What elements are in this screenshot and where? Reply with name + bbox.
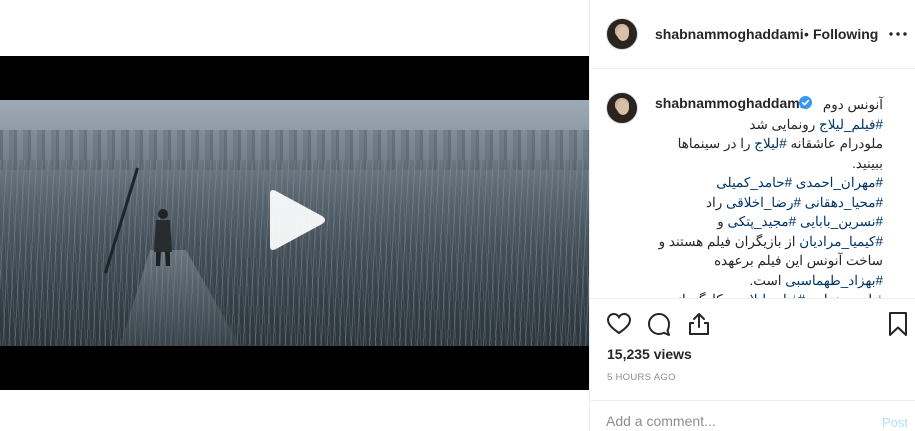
caption-line: ملودرام عاشقانه #لیلاج را در سینماها — [604, 134, 883, 154]
post-side-panel: shabnammoghaddami • Following shabnammog… — [589, 0, 915, 431]
post-header: shabnammoghaddami • Following — [590, 0, 915, 69]
caption-segment: رونمایی شد — [749, 116, 820, 132]
hashtag-link[interactable]: #فیلم_لیلاج — [819, 117, 883, 132]
caption-line: #محیا_دهقانی #رضا_اخلاقی راد — [604, 193, 883, 213]
boatman-figure — [154, 209, 172, 266]
caption-segment: و — [717, 214, 728, 229]
hashtag-link[interactable]: #نسرین_بابایی — [800, 214, 883, 229]
header-username[interactable]: shabnammoghaddami — [655, 26, 804, 42]
view-count[interactable]: 15,235 views — [607, 346, 692, 362]
caption-line: #فیلم_لیلاج رونمایی شد — [604, 115, 883, 135]
post-timestamp[interactable]: 5 HOURS AGO — [607, 372, 676, 383]
caption-segment: ساخت آنونس این فیلم برعهده — [714, 253, 883, 268]
hashtag-link[interactable]: #مجید_پتکی — [728, 214, 797, 229]
following-button[interactable]: Following — [813, 26, 878, 42]
comment-bar: Post — [590, 400, 915, 431]
play-icon[interactable] — [262, 188, 326, 252]
letterbox-top — [0, 56, 589, 100]
header-separator: • — [804, 26, 809, 42]
caption-segment: آنونس دوم — [822, 97, 883, 112]
caption-line: ببینید. — [604, 154, 883, 174]
caption-segment: ملودرام عاشقانه — [786, 136, 883, 151]
share-icon[interactable] — [686, 311, 712, 337]
media-area — [0, 0, 589, 431]
instagram-post-view: shabnammoghaddami • Following shabnammog… — [0, 0, 915, 431]
caption-segment: از بازیگران فیلم هستند و — [658, 233, 800, 249]
caption-line: آنونس دوم — [604, 95, 883, 115]
caption-text: آنونس دوم #فیلم_لیلاج رونمایی شد ملودرام ع… — [604, 95, 883, 298]
caption-line: #مهران_احمدی #حامد_کمیلی — [604, 173, 883, 193]
hashtag-link[interactable]: #مهران_احمدی — [796, 175, 883, 190]
comment-icon[interactable] — [646, 311, 672, 337]
caption-line: #نسرین_بابایی #مجید_پتکی و — [604, 212, 883, 232]
caption-segment: را در سینماها — [677, 136, 755, 151]
hashtag-link[interactable]: #محیا_دهقانی — [805, 195, 883, 210]
caption-line: ساخت آنونس این فیلم برعهده — [604, 251, 883, 271]
hashtag-link[interactable]: #رضا_اخلاقی — [726, 195, 801, 210]
caption-segment: ببینید. — [852, 155, 883, 171]
more-dots-icon[interactable] — [888, 25, 908, 43]
hashtag-link[interactable]: #لیلاج — [754, 136, 786, 151]
hashtag-link[interactable]: #حامد_کمیلی — [716, 175, 792, 190]
post-comment-button[interactable]: Post — [882, 415, 908, 430]
comment-input[interactable] — [606, 413, 856, 429]
caption-line: #بهزاد_طهماسبی است. — [604, 271, 883, 291]
post-actions: 15,235 views 5 HOURS AGO Post — [590, 298, 915, 431]
hashtag-link[interactable]: #بهزاد_طهماسبی — [785, 273, 883, 288]
caption-line: #کیمیا_مرادیان از بازیگران فیلم هستند و — [604, 232, 883, 252]
caption-line: فیلم سینمایی #فیلم_لیلاج به کارگردانی — [604, 290, 883, 298]
caption-segment: راد — [705, 194, 727, 210]
caption-section: shabnammoghaddami آنونس دوم #فیلم_لیلاج ر… — [590, 70, 915, 298]
avatar[interactable] — [606, 18, 638, 50]
bookmark-icon[interactable] — [887, 311, 909, 337]
letterbox-bottom — [0, 346, 589, 390]
caption-segment: است. — [749, 272, 786, 288]
hashtag-link[interactable]: #کیمیا_مرادیان — [799, 234, 883, 249]
heart-icon[interactable] — [606, 311, 632, 337]
